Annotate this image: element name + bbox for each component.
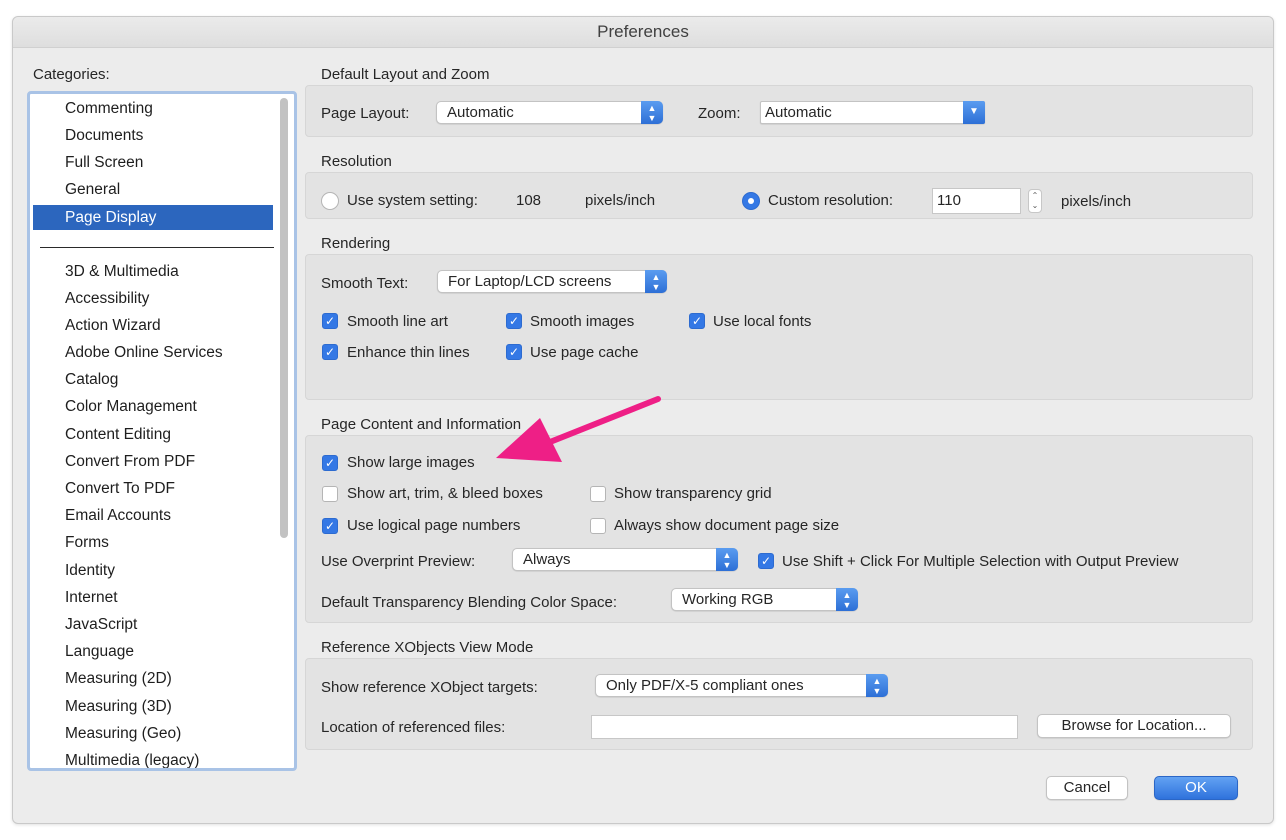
annotation-arrow-icon xyxy=(496,396,661,462)
annotation-arrow-shaft xyxy=(537,396,661,449)
